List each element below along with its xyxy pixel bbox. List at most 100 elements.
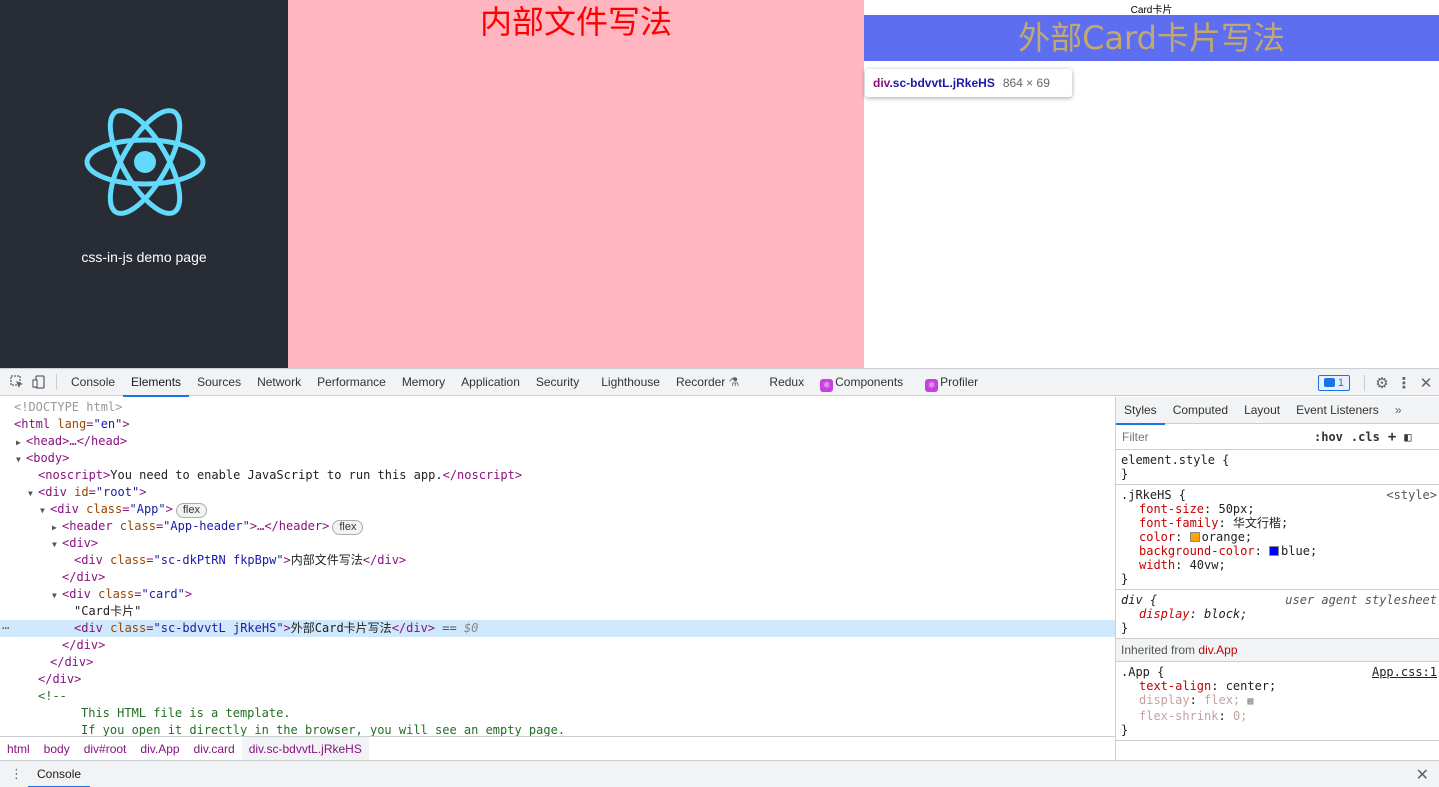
dom-line[interactable]: If you open it directly in the browser, … [0, 722, 1115, 736]
expand-triangle-icon[interactable]: ▶ [52, 519, 62, 536]
dom-line[interactable]: <!-- [0, 688, 1115, 705]
breadcrumb-card[interactable]: div.card [187, 737, 242, 761]
hov-toggle[interactable]: :hov [1314, 430, 1343, 444]
tab-components[interactable]: ⚛ Components [812, 369, 911, 396]
drawer-tab-console[interactable]: Console [28, 761, 91, 787]
flex-badge[interactable]: flex [175, 503, 207, 518]
collapse-triangle-icon[interactable]: ▼ [40, 502, 50, 519]
css-prop[interactable]: width: 40vw; [1121, 558, 1435, 572]
dom-line[interactable]: This HTML file is a template. [0, 705, 1115, 722]
devtools: Console Elements Sources Network Perform… [0, 368, 1439, 787]
dom-line[interactable]: "Card卡片" [0, 603, 1115, 620]
inherited-element[interactable]: div.App [1198, 643, 1237, 657]
tab-lighthouse[interactable]: Lighthouse [593, 369, 668, 396]
css-prop-inactive[interactable]: display: flex; ▦ [1121, 693, 1435, 709]
css-prop[interactable]: background-color: blue; [1121, 544, 1435, 558]
device-toolbar-icon[interactable] [28, 369, 50, 396]
tab-styles[interactable]: Styles [1116, 397, 1165, 425]
tab-layout[interactable]: Layout [1236, 397, 1288, 424]
tab-recorder[interactable]: Recorder ⚗ [668, 369, 747, 396]
tab-memory[interactable]: Memory [394, 369, 453, 396]
tab-console[interactable]: Console [63, 369, 123, 396]
breadcrumb-app[interactable]: div.App [133, 737, 186, 761]
filter-input[interactable] [1122, 427, 1302, 446]
ua-div-rule[interactable]: user agent stylesheet div { display: blo… [1116, 590, 1439, 639]
gear-icon[interactable]: ⚙ [1371, 369, 1393, 396]
breadcrumb-root[interactable]: div#root [77, 737, 134, 761]
collapse-triangle-icon[interactable]: ▼ [52, 536, 62, 553]
tab-elements[interactable]: Elements [123, 369, 190, 397]
tag-text: > [283, 553, 291, 567]
tab-profiler[interactable]: ⚛ Profiler [917, 369, 986, 396]
color-swatch[interactable] [1269, 546, 1280, 556]
dom-line[interactable]: ▼ <div class="card"> [0, 586, 1115, 603]
dom-line[interactable]: <div class="sc-dkPtRN fkpBpw">内部文件写法</di… [0, 552, 1115, 569]
breadcrumb-html[interactable]: html [0, 737, 37, 761]
css-prop[interactable]: text-align: center; [1121, 679, 1435, 693]
more-dots-icon[interactable]: ⋯ [2, 620, 9, 637]
collapse-triangle-icon[interactable]: ▼ [28, 485, 38, 502]
expand-triangle-icon[interactable]: ▶ [16, 434, 26, 451]
rule-source-link[interactable]: App.css:1 [1372, 665, 1437, 679]
flex-badge[interactable]: flex [332, 520, 364, 535]
chevron-double-right-icon[interactable]: » [1387, 397, 1410, 424]
tab-redux[interactable]: Redux [761, 369, 812, 396]
dom-line[interactable]: <!DOCTYPE html> [0, 399, 1115, 416]
dom-line[interactable]: ▼ <div> [0, 535, 1115, 552]
more-vert-icon[interactable]: ⋮ [1393, 369, 1415, 396]
dom-line[interactable]: <noscript>You need to enable JavaScript … [0, 467, 1115, 484]
more-vert-icon[interactable]: ⋮ [10, 766, 23, 782]
messages-badge[interactable]: 1 [1317, 374, 1350, 391]
tab-security[interactable]: Security [528, 369, 587, 396]
dom-line-selected[interactable]: ⋯ <div class="sc-bdvvtL jRkeHS">外部Card卡片写… [0, 620, 1115, 637]
color-swatch[interactable] [1189, 532, 1200, 542]
css-prop: display: block; [1139, 607, 1248, 621]
collapse-triangle-icon[interactable]: ▼ [16, 451, 26, 468]
css-prop-inactive[interactable]: flex-shrink: 0; [1121, 709, 1435, 723]
tab-application[interactable]: Application [453, 369, 528, 396]
collapse-triangle-icon[interactable]: ▼ [52, 587, 62, 604]
tag-text: </div> [50, 655, 94, 669]
breadcrumb-selected[interactable]: div.sc-bdvvtL.jRkeHS [241, 736, 369, 761]
dom-line[interactable]: </div> [0, 654, 1115, 671]
plus-icon[interactable]: + [1388, 429, 1396, 445]
css-prop[interactable]: font-family: 华文行楷; [1121, 516, 1435, 530]
css-prop[interactable]: color: orange; [1121, 530, 1435, 544]
jrkehs-rule[interactable]: <style> .jRkeHS { font-size: 50px; font-… [1116, 485, 1439, 590]
dom-line[interactable]: ▼ <div id="root"> [0, 484, 1115, 501]
dom-line[interactable]: </div> [0, 671, 1115, 688]
tag-text: <header [62, 519, 113, 533]
tab-sources[interactable]: Sources [189, 369, 249, 396]
toggle-sidebar-icon[interactable]: ◧ [1404, 430, 1411, 444]
close-icon[interactable]: ✕ [1416, 765, 1429, 785]
eq-marker: == [435, 621, 464, 635]
attr-name: class [90, 587, 135, 601]
dom-line[interactable]: <html lang="en"> [0, 416, 1115, 433]
app-rule[interactable]: App.css:1 .App { text-align: center; dis… [1116, 662, 1439, 741]
dom-line[interactable]: ▶ <header class="App-header">…</header> fl… [0, 518, 1115, 535]
attr-name: class [102, 621, 147, 635]
tab-performance[interactable]: Performance [309, 369, 394, 396]
flex-editor-icon[interactable]: ▦ [1247, 696, 1253, 707]
tooltip-arrow [880, 62, 894, 69]
dom-line[interactable]: ▼ <body> [0, 450, 1115, 467]
inspect-element-icon[interactable] [6, 369, 28, 396]
tag-text: </div> [38, 672, 82, 686]
tag-text: </div> [391, 621, 436, 635]
cls-toggle[interactable]: .cls [1351, 430, 1380, 444]
css-prop[interactable]: font-size: 50px; [1121, 502, 1435, 516]
dom-line[interactable]: </div> [0, 569, 1115, 586]
dom-line[interactable]: ▼ <div class="App"> flex [0, 501, 1115, 518]
tab-network[interactable]: Network [249, 369, 309, 396]
rule-source[interactable]: <style> [1386, 488, 1437, 502]
prop-name: text-align [1139, 679, 1212, 693]
close-icon[interactable]: ✕ [1415, 369, 1437, 396]
dom-line[interactable]: </div> [0, 637, 1115, 654]
tab-computed[interactable]: Computed [1165, 397, 1236, 424]
breadcrumb-body[interactable]: body [37, 737, 77, 761]
devtools-tabbar: Console Elements Sources Network Perform… [0, 369, 1439, 397]
attr-name: lang [50, 417, 87, 431]
tab-event-listeners[interactable]: Event Listeners [1288, 397, 1387, 424]
element-style-rule[interactable]: element.style { } [1116, 450, 1439, 485]
dom-line[interactable]: ▶ <head>…</head> [0, 433, 1115, 450]
